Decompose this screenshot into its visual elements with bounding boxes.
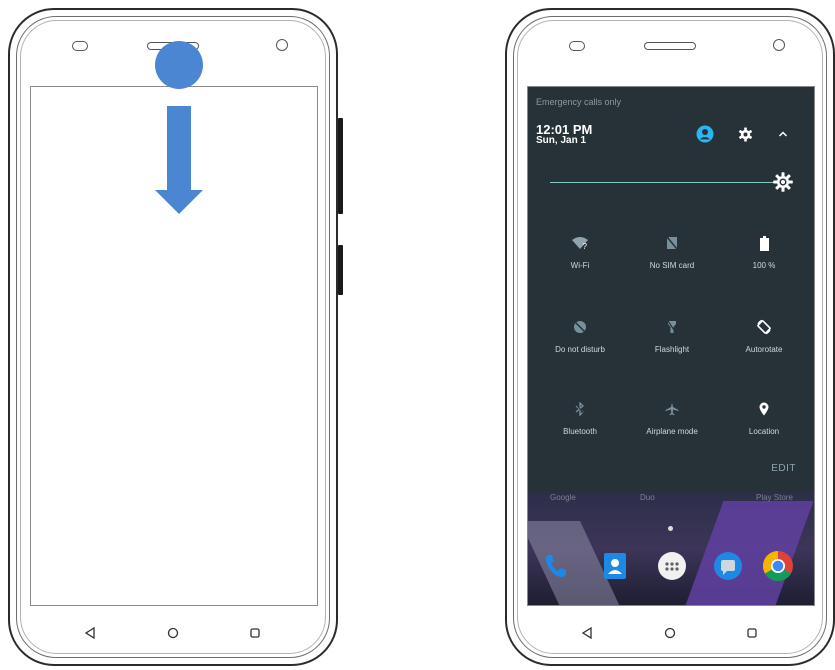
front-camera xyxy=(773,39,785,51)
back-button[interactable] xyxy=(575,621,599,645)
collapse-button[interactable] xyxy=(774,125,792,143)
notification-shade: Emergency calls only 12:01 PM Sun, Jan 1… xyxy=(528,87,814,491)
proximity-sensor xyxy=(569,41,585,51)
phone-right: Emergency calls only 12:01 PM Sun, Jan 1… xyxy=(505,8,835,666)
tile-label: Flashlight xyxy=(654,345,690,354)
tile-no-sim[interactable]: No SIM card xyxy=(624,233,720,293)
autorotate-icon xyxy=(754,317,774,337)
brightness-icon xyxy=(773,172,793,192)
recents-button[interactable] xyxy=(243,621,267,645)
recents-icon xyxy=(250,628,260,638)
home-screen: Google Duo Play Store xyxy=(528,491,814,605)
user-icon xyxy=(696,125,714,143)
app-label: Duo xyxy=(640,493,655,502)
phone-left xyxy=(8,8,338,666)
home-icon xyxy=(664,627,676,639)
tile-battery[interactable]: 100 % xyxy=(716,233,812,293)
wifi-icon: ? xyxy=(570,233,590,253)
tile-label: 100 % xyxy=(752,261,776,270)
user-switch-button[interactable] xyxy=(696,125,714,143)
page-indicator xyxy=(668,526,673,531)
tile-label: No SIM card xyxy=(649,261,695,270)
tile-do-not-disturb[interactable]: Do not disturb xyxy=(532,317,628,377)
messages-app-icon[interactable] xyxy=(711,549,745,583)
app-label: Play Store xyxy=(756,493,793,502)
tile-flashlight[interactable]: Flashlight xyxy=(624,317,720,377)
tile-airplane-mode[interactable]: Airplane mode xyxy=(624,399,720,459)
settings-button[interactable] xyxy=(736,125,754,143)
navigation-bar xyxy=(507,621,833,645)
navigation-bar xyxy=(10,621,336,645)
chevron-up-icon xyxy=(778,131,788,137)
front-camera xyxy=(276,39,288,51)
carrier-status: Emergency calls only xyxy=(536,97,622,107)
recents-button[interactable] xyxy=(740,621,764,645)
bluetooth-icon xyxy=(570,399,590,419)
proximity-sensor xyxy=(72,41,88,51)
tile-label: Airplane mode xyxy=(646,427,698,436)
flashlight-icon xyxy=(662,317,682,337)
recents-icon xyxy=(747,628,757,638)
phone-app-icon[interactable] xyxy=(538,549,572,583)
home-button[interactable] xyxy=(161,621,185,645)
app-label: Google xyxy=(550,493,576,502)
tile-label: Do not disturb xyxy=(555,345,605,354)
battery-icon xyxy=(754,233,774,253)
tile-label: Autorotate xyxy=(745,345,783,354)
earpiece-speaker xyxy=(644,42,696,50)
power-button[interactable] xyxy=(338,118,343,214)
back-icon xyxy=(581,627,592,639)
swipe-down-arrow-icon xyxy=(155,106,203,214)
home-icon xyxy=(167,627,179,639)
gear-icon xyxy=(738,126,752,142)
airplane-icon xyxy=(662,399,682,419)
clock-date: Sun, Jan 1 xyxy=(536,135,587,146)
no-sim-icon xyxy=(662,233,682,253)
edit-button[interactable]: EDIT xyxy=(771,463,796,474)
volume-button[interactable] xyxy=(338,245,343,295)
tile-autorotate[interactable]: Autorotate xyxy=(716,317,812,377)
tile-label: Wi-Fi xyxy=(570,261,590,270)
tile-location[interactable]: Location xyxy=(716,399,812,459)
tile-label: Bluetooth xyxy=(563,427,597,436)
tile-label: Location xyxy=(748,427,780,436)
tile-wifi[interactable]: ? Wi-Fi xyxy=(532,233,628,293)
brightness-thumb[interactable] xyxy=(773,172,793,192)
screen: Emergency calls only 12:01 PM Sun, Jan 1… xyxy=(527,86,815,606)
back-button[interactable] xyxy=(78,621,102,645)
tile-bluetooth[interactable]: Bluetooth xyxy=(532,399,628,459)
chrome-icon[interactable] xyxy=(761,549,795,583)
touch-point-indicator xyxy=(155,41,203,89)
app-drawer-icon[interactable] xyxy=(655,549,689,583)
contacts-app-icon[interactable] xyxy=(598,549,632,583)
location-icon xyxy=(754,399,774,419)
brightness-slider-track[interactable] xyxy=(550,182,776,183)
home-button[interactable] xyxy=(658,621,682,645)
do-not-disturb-icon xyxy=(570,317,590,337)
svg-text:?: ? xyxy=(583,242,588,250)
back-icon xyxy=(84,627,95,639)
